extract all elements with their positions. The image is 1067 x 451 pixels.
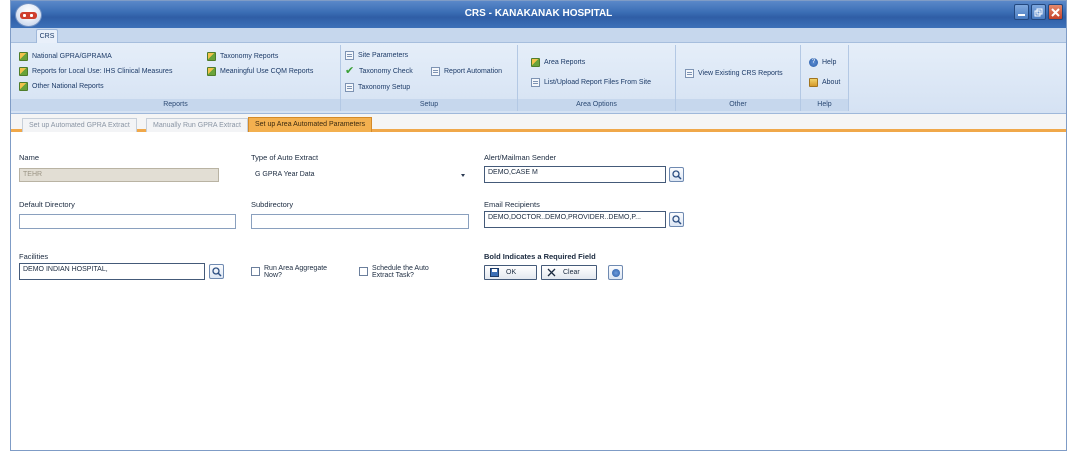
- meaningful-use-cqm-button[interactable]: Meaningful Use CQM Reports: [207, 67, 313, 76]
- subdirectory-field[interactable]: [251, 214, 469, 229]
- info-icon: [612, 269, 620, 277]
- search-icon: [672, 170, 682, 180]
- facilities-lookup-button[interactable]: [209, 264, 224, 279]
- group-label-reports: Reports: [11, 99, 340, 111]
- view-reports-icon: [685, 69, 694, 78]
- ribbon-tab-crs[interactable]: CRS: [36, 29, 58, 44]
- ribbon-group-reports: National GPRA/GPRAMA Reports for Local U…: [11, 45, 341, 111]
- window-title: CRS - KANAKANAK HOSPITAL: [464, 8, 613, 19]
- sheet-icon: [531, 78, 540, 87]
- default-directory-field[interactable]: [19, 214, 236, 229]
- schedule-auto-extract-label: Schedule the Auto Extract Task?: [372, 265, 429, 279]
- content-tabs: Set up Automated GPRA Extract Manually R…: [11, 114, 1066, 132]
- type-of-auto-extract-select[interactable]: G GPRA Year Data: [251, 168, 469, 182]
- chevron-down-icon: [461, 174, 465, 177]
- alert-sender-label: Alert/Mailman Sender: [484, 153, 557, 162]
- minimize-button[interactable]: [1014, 4, 1029, 20]
- taxonomy-setup-button[interactable]: Taxonomy Setup: [345, 83, 410, 92]
- search-icon: [672, 215, 682, 225]
- clear-button[interactable]: Clear: [541, 265, 597, 280]
- facilities-field[interactable]: DEMO INDIAN HOSPITAL,: [19, 263, 205, 280]
- required-field-note: Bold Indicates a Required Field: [484, 252, 596, 261]
- national-gpra-button[interactable]: National GPRA/GPRAMA: [19, 52, 112, 61]
- other-national-reports-button[interactable]: Other National Reports: [19, 82, 104, 91]
- local-use-reports-button[interactable]: Reports for Local Use: IHS Clinical Meas…: [19, 67, 172, 76]
- about-button[interactable]: About: [809, 78, 840, 87]
- close-icon: [1051, 8, 1060, 17]
- maximize-button[interactable]: [1031, 4, 1046, 20]
- help-button[interactable]: ? Help: [809, 58, 836, 67]
- subdirectory-label: Subdirectory: [251, 200, 294, 209]
- view-existing-crs-reports-button[interactable]: View Existing CRS Reports: [685, 69, 783, 78]
- run-area-aggregate-label: Run Area Aggregate Now?: [264, 265, 328, 279]
- help-icon: ?: [809, 58, 818, 67]
- list-upload-report-files-button[interactable]: List/Upload Report Files From Site: [531, 78, 651, 87]
- ribbon-group-other: View Existing CRS Reports Other: [676, 45, 801, 111]
- group-label-help: Help: [801, 99, 848, 111]
- ribbon-tab-strip: CRS: [11, 28, 1066, 44]
- search-icon: [212, 267, 222, 277]
- tab-set-up-area-automated-parameters[interactable]: Set up Area Automated Parameters: [248, 117, 373, 132]
- email-recipients-field[interactable]: DEMO,DOCTOR..DEMO,PROVIDER..DEMO,P...: [484, 211, 666, 228]
- report-book-icon: [531, 58, 540, 67]
- close-button[interactable]: [1048, 4, 1063, 20]
- ribbon: National GPRA/GPRAMA Reports for Local U…: [11, 43, 1066, 114]
- email-recipients-label: Email Recipients: [484, 200, 540, 209]
- sheet-icon: [345, 83, 354, 92]
- restore-icon: [1034, 8, 1043, 17]
- group-label-area-options: Area Options: [518, 99, 675, 111]
- alert-sender-lookup-button[interactable]: [669, 167, 684, 182]
- report-book-icon: [19, 67, 28, 76]
- report-book-icon: [207, 52, 216, 61]
- alert-sender-field[interactable]: DEMO,CASE M: [484, 166, 666, 183]
- report-automation-button[interactable]: Report Automation: [431, 67, 502, 76]
- taxonomy-reports-button[interactable]: Taxonomy Reports: [207, 52, 278, 61]
- report-book-icon: [19, 52, 28, 61]
- tab-set-up-automated-gpra-extract[interactable]: Set up Automated GPRA Extract: [22, 118, 137, 132]
- default-directory-label: Default Directory: [19, 200, 75, 209]
- title-bar: CRS - KANAKANAK HOSPITAL: [11, 1, 1066, 28]
- group-label-setup: Setup: [341, 99, 517, 111]
- checkmark-icon: ✔: [345, 65, 355, 77]
- report-book-icon: [19, 82, 28, 91]
- run-area-aggregate-checkbox[interactable]: [251, 267, 260, 276]
- sheet-icon: [431, 67, 440, 76]
- ribbon-group-area-options: Area Reports List/Upload Report Files Fr…: [518, 45, 676, 111]
- form-panel: Name TEHR Type of Auto Extract G GPRA Ye…: [11, 135, 1066, 450]
- type-of-auto-extract-label: Type of Auto Extract: [251, 153, 319, 162]
- window-controls: [1014, 4, 1063, 20]
- name-field: TEHR: [19, 168, 219, 182]
- facilities-label: Facilities: [19, 252, 49, 261]
- about-icon: [809, 78, 818, 87]
- report-book-icon: [207, 67, 216, 76]
- ok-button[interactable]: OK: [484, 265, 537, 280]
- email-recipients-lookup-button[interactable]: [669, 212, 684, 227]
- tab-manually-run-gpra-extract[interactable]: Manually Run GPRA Extract: [146, 118, 248, 132]
- ribbon-group-setup: Site Parameters ✔ Taxonomy Check Report …: [341, 45, 518, 111]
- taxonomy-check-button[interactable]: ✔ Taxonomy Check: [345, 65, 413, 77]
- minimize-icon: [1018, 14, 1025, 16]
- group-label-other: Other: [676, 99, 800, 111]
- info-button[interactable]: [608, 265, 623, 280]
- clear-x-icon: [547, 268, 556, 277]
- sheet-icon: [345, 51, 354, 60]
- schedule-auto-extract-checkbox[interactable]: [359, 267, 368, 276]
- name-label: Name: [19, 153, 40, 162]
- area-reports-button[interactable]: Area Reports: [531, 58, 585, 67]
- ribbon-group-help: ? Help About Help: [801, 45, 849, 111]
- site-parameters-button[interactable]: Site Parameters: [345, 51, 408, 60]
- app-window: CRS - KANAKANAK HOSPITAL CRS National GP…: [10, 0, 1067, 451]
- save-icon: [490, 268, 499, 277]
